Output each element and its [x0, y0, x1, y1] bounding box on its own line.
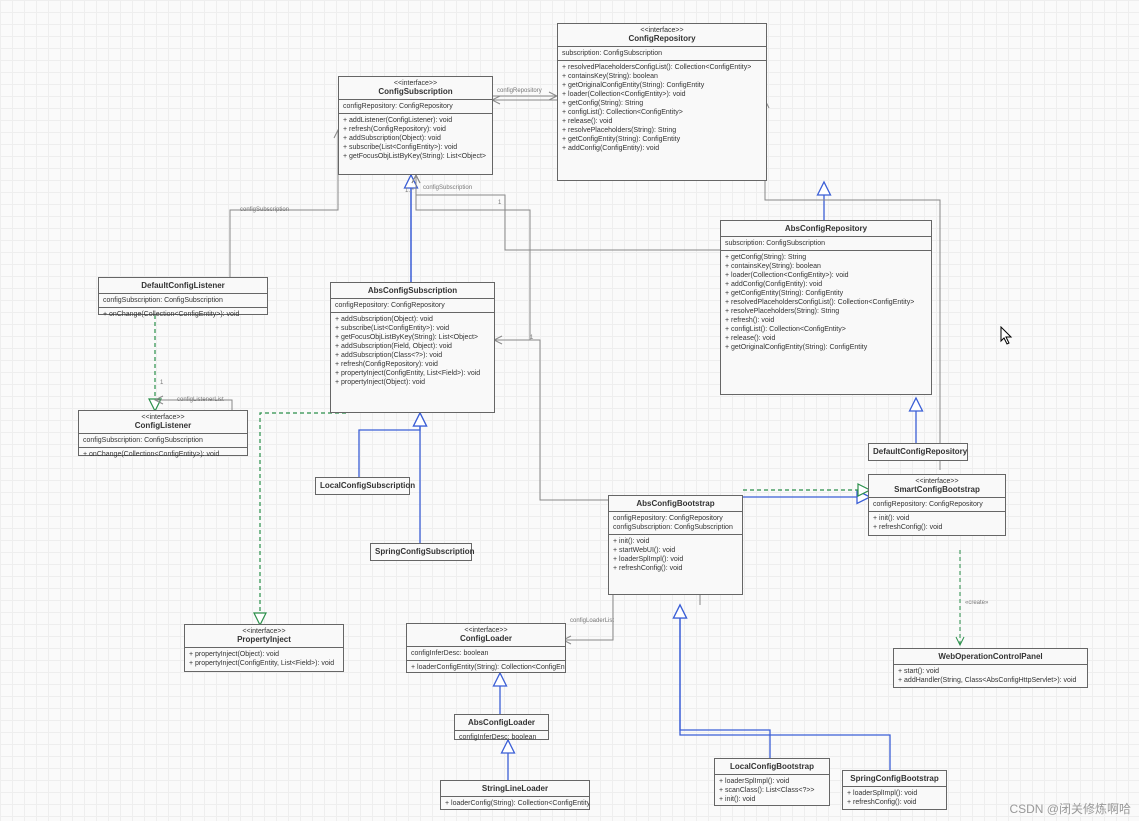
stereo: <<interface>> [189, 628, 339, 635]
class-LocalConfigSubscription[interactable]: LocalConfigSubscription [315, 477, 410, 495]
class-WebOperationControlPanel[interactable]: WebOperationControlPanel + start(): void… [893, 648, 1088, 688]
class-ConfigLoader[interactable]: <<interface>>ConfigLoader configInferDes… [406, 623, 566, 673]
watermark: CSDN @闭关修炼啊哈 [1009, 800, 1131, 817]
name: WebOperationControlPanel [938, 652, 1042, 661]
class-SpringConfigBootstrap[interactable]: SpringConfigBootstrap + loaderSplImpl():… [842, 770, 947, 810]
name: SpringConfigSubscription [375, 547, 475, 556]
class-PropertyInject[interactable]: <<interface>>PropertyInject + propertyIn… [184, 624, 344, 672]
label-one-c: 1 [160, 380, 163, 386]
label-cs2: configSubscription [423, 185, 472, 191]
label-one-many: 1..* [405, 188, 414, 194]
label-cll: configListenerList [177, 397, 224, 403]
class-AbsConfigSubscription[interactable]: AbsConfigSubscription configRepository: … [330, 282, 495, 413]
name: ConfigRepository [628, 34, 695, 43]
class-AbsConfigLoader[interactable]: AbsConfigLoader configInferDesc: boolean [454, 714, 549, 740]
class-DefaultConfigRepository[interactable]: DefaultConfigRepository [868, 443, 968, 461]
label-configRepository: configRepository [497, 88, 542, 94]
name: ConfigSubscription [378, 87, 452, 96]
class-AbsConfigRepository[interactable]: AbsConfigRepository subscription: Config… [720, 220, 932, 395]
class-ConfigListener[interactable]: <<interface>>ConfigListener configSubscr… [78, 410, 248, 456]
class-SpringConfigSubscription[interactable]: SpringConfigSubscription [370, 543, 472, 561]
name: ConfigListener [135, 421, 191, 430]
name: LocalConfigSubscription [320, 481, 415, 490]
label-one-a: 1 [498, 200, 501, 206]
class-SmartConfigBootstrap[interactable]: <<interface>>SmartConfigBootstrap config… [868, 474, 1006, 536]
class-AbsConfigBootstrap[interactable]: AbsConfigBootstrap configRepository: Con… [608, 495, 743, 595]
stereo: <<interface>> [343, 80, 488, 87]
name: ConfigLoader [460, 634, 512, 643]
label-create: «create» [965, 600, 988, 606]
stereo: <<interface>> [411, 627, 561, 634]
stereo: <<interface>> [83, 414, 243, 421]
name: DefaultConfigListener [141, 281, 225, 290]
name: SmartConfigBootstrap [894, 485, 980, 494]
mouse-cursor-icon [1000, 326, 1014, 346]
class-StringLineLoader[interactable]: StringLineLoader + loaderConfig(String):… [440, 780, 590, 810]
label-cs1: configSubscription [240, 207, 289, 213]
name: SpringConfigBootstrap [850, 774, 938, 783]
class-ConfigRepository[interactable]: <<interface>>ConfigRepository subscripti… [557, 23, 767, 181]
label-one-b: 1 [530, 335, 533, 341]
class-ConfigSubscription[interactable]: <<interface>>ConfigSubscription configRe… [338, 76, 493, 175]
name: AbsConfigRepository [785, 224, 867, 233]
name: StringLineLoader [482, 784, 548, 793]
name: LocalConfigBootstrap [730, 762, 814, 771]
name: AbsConfigSubscription [368, 286, 457, 295]
name: AbsConfigBootstrap [636, 499, 714, 508]
stereo: <<interface>> [562, 27, 762, 34]
stereo: <<interface>> [873, 478, 1001, 485]
class-DefaultConfigListener[interactable]: DefaultConfigListener configSubscription… [98, 277, 268, 315]
name: PropertyInject [237, 635, 291, 644]
name: AbsConfigLoader [468, 718, 535, 727]
label-cld: configLoaderList [570, 618, 614, 624]
name: DefaultConfigRepository [873, 447, 967, 456]
class-LocalConfigBootstrap[interactable]: LocalConfigBootstrap + loaderSplImpl(): … [714, 758, 830, 806]
